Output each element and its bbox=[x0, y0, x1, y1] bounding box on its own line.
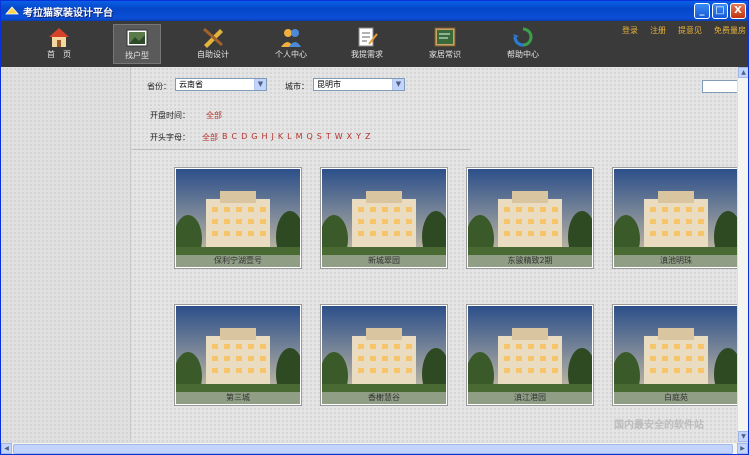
letter-link[interactable]: Q bbox=[306, 132, 312, 143]
scroll-up-icon[interactable]: ▲ bbox=[738, 67, 748, 78]
letter-link[interactable]: L bbox=[287, 132, 291, 143]
nav-home-knowledge[interactable]: 家居常识 bbox=[421, 24, 469, 64]
listing-card[interactable]: 第三城 bbox=[174, 304, 302, 406]
nav-find-floorplan[interactable]: 找户型 bbox=[113, 24, 161, 64]
filter-divider bbox=[132, 149, 470, 150]
letter-link[interactable]: Y bbox=[356, 132, 361, 143]
user-icon bbox=[281, 29, 301, 47]
letter-link[interactable]: W bbox=[335, 132, 343, 143]
nav-my-request[interactable]: 我提需求 bbox=[343, 24, 391, 64]
initial-label: 开头字母： bbox=[150, 133, 190, 142]
letter-link[interactable]: T bbox=[326, 132, 331, 143]
nav-help-center[interactable]: 帮助中心 bbox=[499, 24, 547, 64]
letter-link[interactable]: M bbox=[296, 132, 303, 143]
listing-card[interactable]: 保利宁湖壹号 bbox=[174, 167, 302, 269]
nav-home[interactable]: 首 页 bbox=[35, 24, 83, 64]
letter-link[interactable]: S bbox=[317, 132, 322, 143]
province-value: 云南省 bbox=[179, 80, 203, 89]
help-icon bbox=[513, 27, 533, 47]
minimize-button[interactable]: _ bbox=[694, 3, 710, 19]
chevron-down-icon: ▼ bbox=[392, 79, 404, 90]
letter-link[interactable]: D bbox=[241, 132, 247, 143]
design-tools-icon bbox=[203, 27, 223, 48]
maximize-button[interactable]: □ bbox=[712, 3, 728, 19]
main-content: 省份： 云南省 ▼ 城市： 昆明市 ▼ 开盘时间： 全部 开头字母： 全部 B … bbox=[1, 67, 740, 442]
horizontal-scrollbar[interactable]: ◀ ▶ bbox=[1, 442, 748, 454]
listing-card[interactable]: 滇池明珠 bbox=[612, 167, 740, 269]
main-nav: 首 页 找户型 自助设计 个人中心 我提需求 家居常识 帮助中心 登录 注册 提… bbox=[1, 21, 748, 67]
listing-card[interactable]: 白庭苑 bbox=[612, 304, 740, 406]
listing-card[interactable]: 东骏精致2期 bbox=[466, 167, 594, 269]
letter-link[interactable]: Z bbox=[365, 132, 370, 143]
nav-personal-center[interactable]: 个人中心 bbox=[267, 24, 315, 64]
scroll-right-icon[interactable]: ▶ bbox=[737, 443, 748, 454]
listing-name: 滇池明珠 bbox=[614, 255, 738, 267]
city-value: 昆明市 bbox=[317, 80, 341, 89]
building-image bbox=[176, 169, 300, 267]
request-icon bbox=[358, 27, 378, 47]
left-panel bbox=[1, 67, 131, 442]
letter-link[interactable]: H bbox=[261, 132, 267, 143]
letter-link[interactable]: B bbox=[222, 132, 228, 143]
open-time-all-link[interactable]: 全部 bbox=[206, 110, 222, 121]
building-image bbox=[614, 306, 738, 404]
watermark-text: 国内最安全的软件站 bbox=[614, 420, 704, 431]
scroll-down-icon[interactable]: ▼ bbox=[738, 431, 748, 442]
building-image bbox=[176, 306, 300, 404]
city-select[interactable]: 昆明市 ▼ bbox=[313, 78, 405, 91]
title-bar: 考拉猫家装设计平台 _ □ X bbox=[1, 1, 748, 21]
feedback-link[interactable]: 提意见 bbox=[678, 25, 702, 36]
window-title: 考拉猫家装设计平台 bbox=[23, 7, 113, 19]
letter-link[interactable]: J bbox=[271, 132, 273, 143]
province-label: 省份： bbox=[147, 82, 171, 91]
building-image bbox=[614, 169, 738, 267]
letter-link[interactable]: X bbox=[347, 132, 352, 143]
listing-name: 保利宁湖壹号 bbox=[176, 255, 300, 267]
building-image bbox=[322, 306, 446, 404]
free-measure-link[interactable]: 免费量房 bbox=[714, 25, 746, 36]
listing-name: 东骏精致2期 bbox=[468, 255, 592, 267]
vertical-scrollbar[interactable]: ▲ ▼ bbox=[737, 67, 748, 442]
app-window: 考拉猫家装设计平台 _ □ X 首 页 找户型 自助设计 个人中心 我提需求 家… bbox=[0, 0, 749, 455]
letter-link[interactable]: C bbox=[232, 132, 238, 143]
building-image bbox=[468, 306, 592, 404]
listing-name: 香榭慧谷 bbox=[322, 392, 446, 404]
listing-name: 第三城 bbox=[176, 392, 300, 404]
app-logo-icon bbox=[5, 6, 19, 15]
initial-letter-list: 全部 B C D G H J K L M Q S T W X Y Z bbox=[202, 132, 371, 143]
letter-all-link[interactable]: 全部 bbox=[202, 132, 218, 143]
letter-link[interactable]: K bbox=[278, 132, 283, 143]
listing-name: 新城翠园 bbox=[322, 255, 446, 267]
chevron-down-icon: ▼ bbox=[254, 79, 266, 90]
listing-name: 滇江港园 bbox=[468, 392, 592, 404]
listing-card[interactable]: 新城翠园 bbox=[320, 167, 448, 269]
city-label: 城市： bbox=[285, 82, 309, 91]
listing-name: 白庭苑 bbox=[614, 392, 738, 404]
search-input[interactable] bbox=[702, 80, 740, 93]
building-image bbox=[468, 169, 592, 267]
top-links: 登录 注册 提意见 免费量房 bbox=[622, 25, 746, 36]
province-select[interactable]: 云南省 ▼ bbox=[175, 78, 267, 91]
scroll-thumb[interactable] bbox=[13, 444, 733, 454]
nav-self-design[interactable]: 自助设计 bbox=[189, 24, 237, 64]
login-link[interactable]: 登录 bbox=[622, 25, 638, 36]
scroll-left-icon[interactable]: ◀ bbox=[1, 443, 12, 454]
building-image bbox=[322, 169, 446, 267]
letter-link[interactable]: G bbox=[251, 132, 257, 143]
register-link[interactable]: 注册 bbox=[650, 25, 666, 36]
listing-card[interactable]: 香榭慧谷 bbox=[320, 304, 448, 406]
listing-card[interactable]: 滇江港园 bbox=[466, 304, 594, 406]
close-button[interactable]: X bbox=[730, 3, 746, 19]
floorplan-icon bbox=[126, 29, 148, 47]
board-icon bbox=[434, 27, 456, 47]
open-time-label: 开盘时间： bbox=[150, 111, 190, 120]
home-icon bbox=[49, 28, 69, 47]
